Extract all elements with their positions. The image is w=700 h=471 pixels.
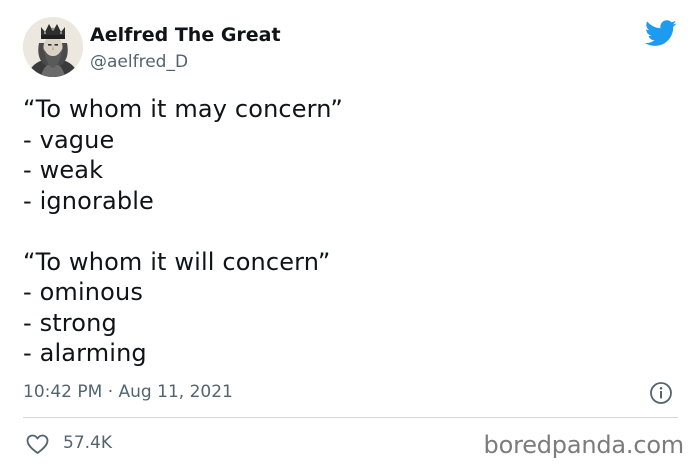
twitter-bird-icon[interactable] — [645, 20, 677, 47]
divider — [23, 417, 678, 418]
avatar[interactable] — [23, 17, 83, 77]
tweet-line: - ignorable — [23, 186, 154, 215]
tweet-line: “To whom it may concern” — [23, 95, 343, 123]
watermark: boredpanda.com — [483, 431, 685, 459]
tweet-line: - ominous — [23, 278, 143, 306]
tweet-line: - strong — [23, 308, 117, 337]
tweet-line: - vague — [23, 125, 115, 154]
like-count[interactable]: 57.4K — [63, 431, 112, 455]
tweet-timestamp[interactable]: 10:42 PM · Aug 11, 2021 — [23, 380, 233, 404]
tweet-text: “To whom it may concern” - vague - weak … — [23, 94, 343, 369]
tweet-line: “To whom it will concern” — [23, 247, 331, 276]
author-handle[interactable]: @aelfred_D — [90, 50, 188, 74]
info-icon[interactable] — [649, 381, 673, 405]
author-display-name[interactable]: Aelfred The Great — [90, 22, 281, 48]
heart-icon[interactable] — [25, 432, 50, 456]
tweet-line: - weak — [23, 156, 104, 184]
tweet-line: - alarming — [23, 339, 147, 367]
king-portrait-icon — [23, 17, 83, 77]
